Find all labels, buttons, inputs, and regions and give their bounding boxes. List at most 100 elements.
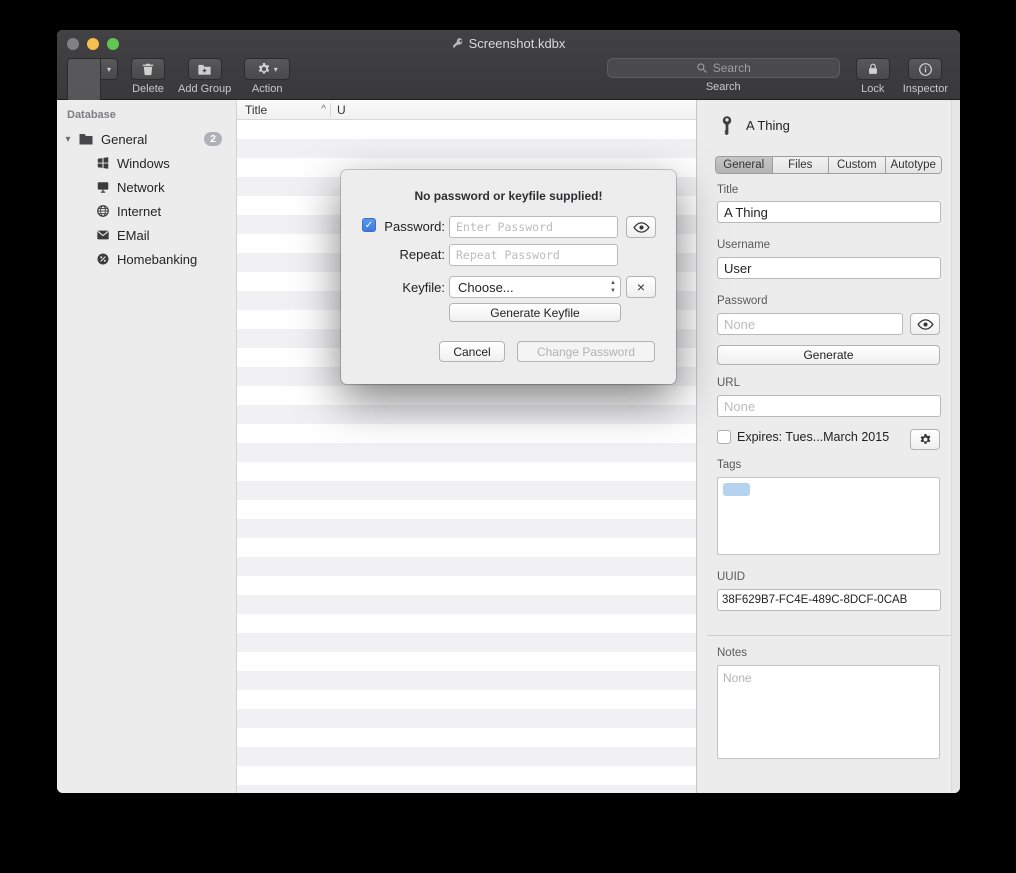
password-field[interactable]: [717, 313, 903, 335]
gear-icon: [919, 433, 932, 446]
username-field[interactable]: [717, 257, 941, 279]
windows-icon: [96, 156, 110, 170]
tag-chip[interactable]: [723, 483, 750, 496]
key-icon: [717, 115, 737, 135]
toolbar: ▾ Add Entry Delete Add: [57, 56, 960, 100]
dialog-repeat-input[interactable]: [449, 244, 618, 266]
delete-label: Delete: [132, 83, 164, 95]
tab-custom[interactable]: Custom: [829, 157, 886, 173]
window-title: Screenshot.kdbx: [469, 36, 566, 51]
dialog-password-input[interactable]: [449, 216, 618, 238]
change-password-button[interactable]: Change Password: [517, 341, 655, 362]
column-header-username[interactable]: U: [331, 103, 346, 117]
chevron-down-icon: ▾: [274, 65, 278, 74]
homebanking-icon: [96, 252, 110, 266]
network-icon: [96, 180, 110, 194]
toolbar-search: Search Search: [607, 58, 840, 93]
toolbar-inspector: Inspector: [903, 58, 948, 95]
toolbar-action: ▾ Action: [244, 58, 290, 95]
sidebar-group-general[interactable]: ▾ General 2: [57, 127, 236, 151]
title-field[interactable]: [717, 201, 941, 223]
change-password-dialog: No password or keyfile supplied! ✓ Passw…: [341, 170, 676, 384]
traffic-lights: [67, 38, 119, 50]
sidebar: Database ▾ General 2 Windows Network: [57, 100, 237, 793]
add-entry-dropdown-button[interactable]: ▾: [101, 58, 118, 80]
eye-icon: [917, 319, 934, 330]
gear-icon: [257, 62, 271, 76]
app-window: Screenshot.kdbx ▾ Add Entry: [57, 30, 960, 793]
tags-box[interactable]: [717, 477, 940, 555]
folder-plus-icon: [197, 62, 212, 77]
action-button[interactable]: ▾: [244, 58, 290, 80]
toolbar-add-group: Add Group: [178, 58, 231, 95]
keyfile-dropdown[interactable]: Choose... ▲▼: [449, 276, 621, 298]
zoom-button[interactable]: [107, 38, 119, 50]
notes-label: Notes: [717, 647, 940, 659]
sort-ascending-icon: ^: [321, 104, 326, 115]
table-header: Title ^ U: [237, 100, 696, 120]
clear-icon: ×: [637, 279, 645, 295]
window-header: Screenshot.kdbx ▾ Add Entry: [57, 30, 960, 100]
entry-count-badge: 2: [204, 132, 222, 146]
globe-icon: [96, 204, 110, 218]
expires-checkbox[interactable]: [717, 430, 731, 444]
sidebar-item-network[interactable]: Network: [57, 175, 236, 199]
eye-icon: [633, 222, 650, 233]
notes-box[interactable]: None: [717, 665, 940, 759]
sidebar-group-label: General: [101, 132, 147, 147]
username-field-label: Username: [717, 239, 940, 251]
sidebar-header: Database: [57, 109, 236, 121]
url-field[interactable]: [717, 395, 941, 417]
uuid-label: UUID: [717, 571, 940, 583]
cancel-button[interactable]: Cancel: [439, 341, 505, 362]
check-icon: ✓: [365, 220, 373, 231]
info-icon: [918, 62, 933, 77]
uuid-field[interactable]: [717, 589, 941, 611]
search-input[interactable]: Search: [607, 58, 840, 78]
titlebar: Screenshot.kdbx: [57, 30, 960, 56]
inspector-label: Inspector: [903, 83, 948, 95]
add-group-label: Add Group: [178, 83, 231, 95]
toolbar-lock: Lock: [856, 58, 890, 95]
column-header-title[interactable]: Title ^: [237, 103, 330, 117]
close-button[interactable]: [67, 38, 79, 50]
keyfile-clear-button[interactable]: ×: [626, 276, 656, 298]
password-checkbox[interactable]: ✓: [362, 218, 376, 232]
delete-button[interactable]: [131, 58, 165, 80]
reveal-password-button[interactable]: [910, 313, 940, 335]
tab-general[interactable]: General: [716, 157, 773, 173]
sidebar-item-email[interactable]: EMail: [57, 223, 236, 247]
search-placeholder: Search: [713, 61, 751, 75]
disclosure-triangle-icon[interactable]: ▾: [61, 134, 75, 145]
lock-button[interactable]: [856, 58, 890, 80]
title-field-label: Title: [717, 184, 940, 196]
toolbar-delete: Delete: [131, 58, 165, 95]
dialog-message: No password or keyfile supplied!: [341, 189, 676, 203]
tags-label: Tags: [717, 459, 940, 471]
password-field-label: Password: [717, 295, 940, 307]
inspector-panel: A Thing General Files Custom Autotype Ti…: [696, 100, 960, 793]
dialog-repeat-label: Repeat:: [379, 247, 445, 262]
inspector-divider: [707, 635, 950, 636]
envelope-icon: [96, 228, 110, 242]
tab-files[interactable]: Files: [773, 157, 830, 173]
generate-keyfile-button[interactable]: Generate Keyfile: [449, 303, 621, 322]
minimize-button[interactable]: [87, 38, 99, 50]
dialog-keyfile-label: Keyfile:: [379, 280, 445, 295]
entry-header: A Thing: [717, 115, 940, 135]
expires-row: Expires: Tues...March 2015: [717, 430, 940, 444]
sidebar-item-internet[interactable]: Internet: [57, 199, 236, 223]
add-group-button[interactable]: [188, 58, 222, 80]
sidebar-item-windows[interactable]: Windows: [57, 151, 236, 175]
expires-settings-button[interactable]: [910, 429, 940, 450]
inspector-scrollbar[interactable]: [951, 100, 960, 793]
action-label: Action: [252, 83, 283, 95]
tab-autotype[interactable]: Autotype: [886, 157, 942, 173]
dialog-reveal-password-button[interactable]: [626, 216, 656, 238]
expires-label: Expires: Tues...March 2015: [737, 430, 889, 444]
inspector-button[interactable]: [908, 58, 942, 80]
sidebar-item-homebanking[interactable]: Homebanking: [57, 247, 236, 271]
generate-password-button[interactable]: Generate: [717, 345, 940, 365]
chevron-down-icon: ▾: [107, 65, 111, 74]
stepper-icon: ▲▼: [610, 279, 616, 295]
